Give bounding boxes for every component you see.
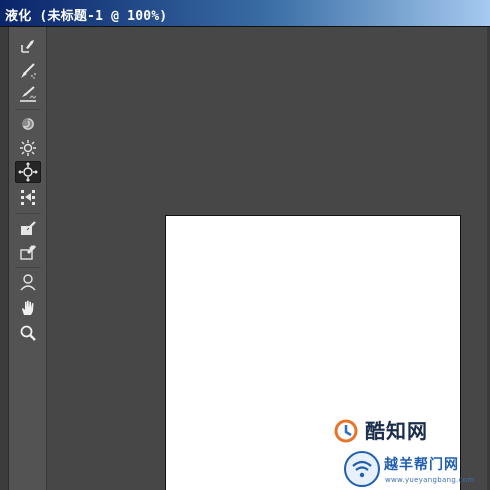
- pucker-icon: [20, 140, 36, 156]
- hand-icon: [22, 300, 34, 315]
- magnifier-icon: [20, 325, 36, 341]
- push-left-tool[interactable]: [15, 186, 41, 208]
- forward-warp-tool[interactable]: [15, 35, 41, 57]
- toolbar-separator: [15, 267, 41, 268]
- toolbar-separator: [15, 213, 41, 214]
- thaw-mask-icon: [20, 244, 37, 260]
- face-tool[interactable]: [15, 271, 41, 293]
- twirl-clockwise-tool[interactable]: [15, 113, 41, 135]
- thaw-mask-tool[interactable]: [15, 241, 41, 263]
- push-left-icon: [21, 190, 35, 205]
- watermark-secondary: 越羊帮门网 www.yueyangbang.com: [340, 448, 490, 490]
- bloat-tool[interactable]: [15, 161, 41, 183]
- bloat-icon: [18, 162, 38, 182]
- freeze-mask-tool[interactable]: [15, 217, 41, 239]
- reconstruct-brush-icon: [21, 63, 36, 79]
- liquify-toolbar: [9, 27, 47, 490]
- smooth-tool[interactable]: [15, 83, 41, 105]
- smooth-brush-icon: [20, 86, 37, 102]
- face-icon: [20, 274, 36, 291]
- watermark-url: www.yueyangbang.com: [385, 476, 475, 484]
- toolbar-separator: [15, 109, 41, 110]
- watermark-wifi-logo-icon: [344, 451, 380, 487]
- hand-tool[interactable]: [15, 297, 41, 319]
- zoom-tool[interactable]: [15, 322, 41, 344]
- pucker-tool[interactable]: [15, 137, 41, 159]
- reconstruct-tool[interactable]: [15, 60, 41, 82]
- window-title: 液化 (未标题-1 @ 100%): [5, 9, 168, 24]
- watermark-logo-icon: [334, 419, 358, 443]
- window-frame-left: [0, 27, 9, 490]
- twirl-icon: [22, 118, 34, 130]
- window-title-bar[interactable]: 液化 (未标题-1 @ 100%): [0, 0, 490, 27]
- freeze-mask-icon: [21, 221, 36, 235]
- watermark-primary: 酷知网: [333, 414, 473, 444]
- forward-warp-icon: [21, 40, 34, 53]
- watermark-text: 酷知网: [365, 419, 428, 443]
- watermark-site-name: 越羊帮门网: [384, 457, 459, 473]
